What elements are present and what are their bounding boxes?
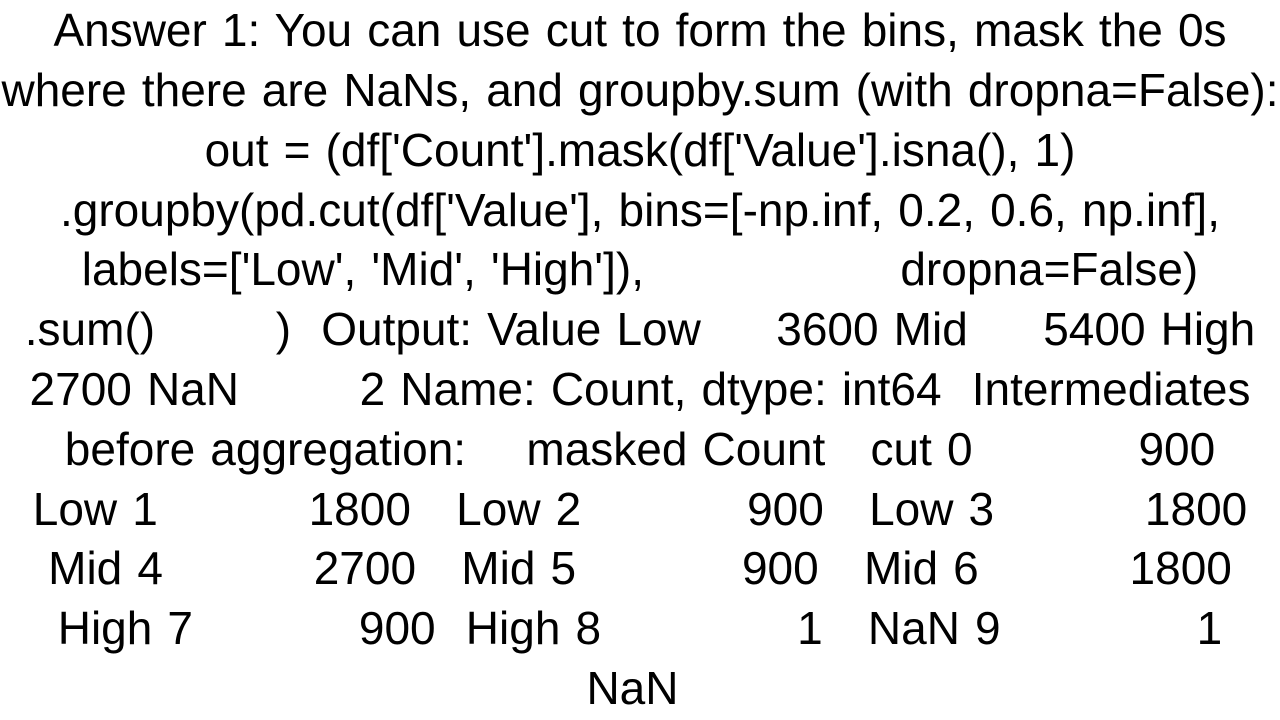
answer-text-block: Answer 1: You can use cut to form the bi…	[0, 0, 1280, 720]
